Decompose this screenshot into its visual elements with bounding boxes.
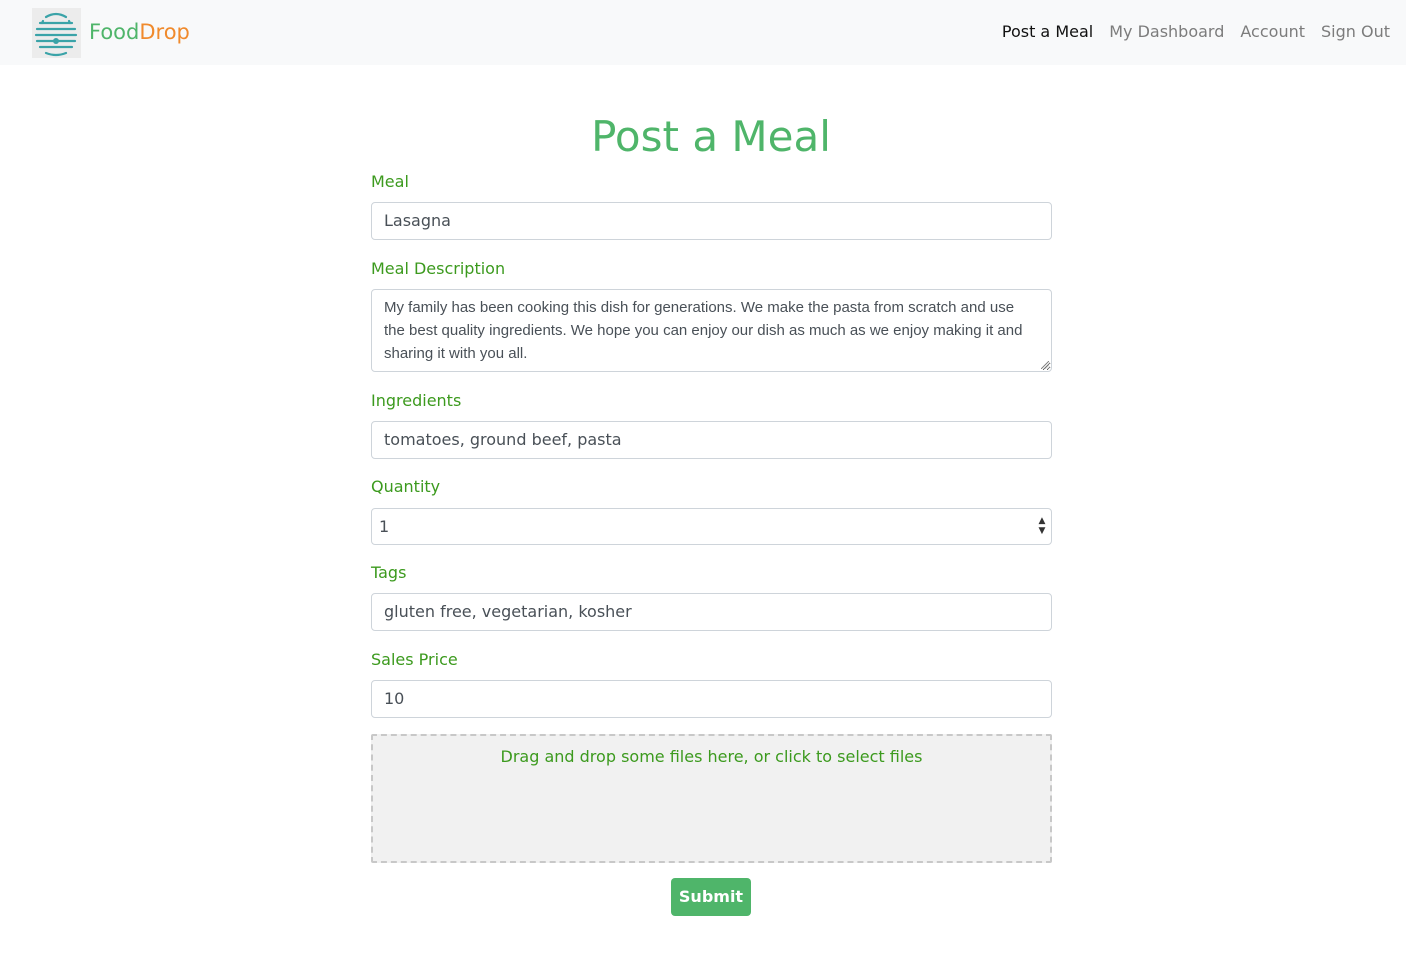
- beehive-logo-icon[interactable]: [32, 8, 81, 58]
- quantity-value: 1: [379, 517, 390, 536]
- resize-grip-icon[interactable]: [1041, 361, 1049, 369]
- meal-input[interactable]: Lasagna: [371, 202, 1052, 240]
- meal-description-textarea[interactable]: My family has been cooking this dish for…: [371, 289, 1052, 372]
- meal-value: Lasagna: [384, 211, 451, 230]
- sales-price-input[interactable]: 10: [371, 680, 1052, 718]
- tags-label: Tags: [371, 563, 407, 582]
- ingredients-input[interactable]: tomatoes, ground beef, pasta: [371, 421, 1052, 459]
- updown-arrows-icon: ▲ ▼: [1038, 516, 1046, 536]
- ingredients-value: tomatoes, ground beef, pasta: [384, 430, 622, 449]
- navbar: FoodDrop Post a Meal My Dashboard Accoun…: [0, 0, 1406, 65]
- quantity-select[interactable]: 1 ▲ ▼: [371, 508, 1052, 545]
- sales-price-label: Sales Price: [371, 650, 458, 669]
- page-title: Post a Meal: [591, 112, 831, 161]
- nav-link-account[interactable]: Account: [1232, 18, 1313, 46]
- tags-input[interactable]: gluten free, vegetarian, kosher: [371, 593, 1052, 631]
- meal-label: Meal: [371, 172, 409, 191]
- nav-link-post-a-meal[interactable]: Post a Meal: [994, 18, 1101, 46]
- tags-value: gluten free, vegetarian, kosher: [384, 602, 632, 621]
- ingredients-label: Ingredients: [371, 391, 462, 410]
- dropzone-text: Drag and drop some files here, or click …: [500, 747, 923, 766]
- meal-description-value: My family has been cooking this dish for…: [384, 299, 1023, 362]
- submit-button[interactable]: Submit: [671, 878, 751, 916]
- brand-food-text: Food: [89, 20, 140, 44]
- sales-price-value: 10: [384, 689, 405, 708]
- meal-description-label: Meal Description: [371, 259, 506, 278]
- nav-links: Post a Meal My Dashboard Account Sign Ou…: [994, 18, 1398, 46]
- brand-drop-text: Drop: [139, 20, 190, 44]
- file-dropzone[interactable]: Drag and drop some files here, or click …: [371, 734, 1052, 863]
- nav-link-sign-out[interactable]: Sign Out: [1313, 18, 1398, 46]
- nav-link-my-dashboard[interactable]: My Dashboard: [1101, 18, 1232, 46]
- quantity-label: Quantity: [371, 477, 441, 496]
- brand-name[interactable]: FoodDrop: [89, 18, 190, 46]
